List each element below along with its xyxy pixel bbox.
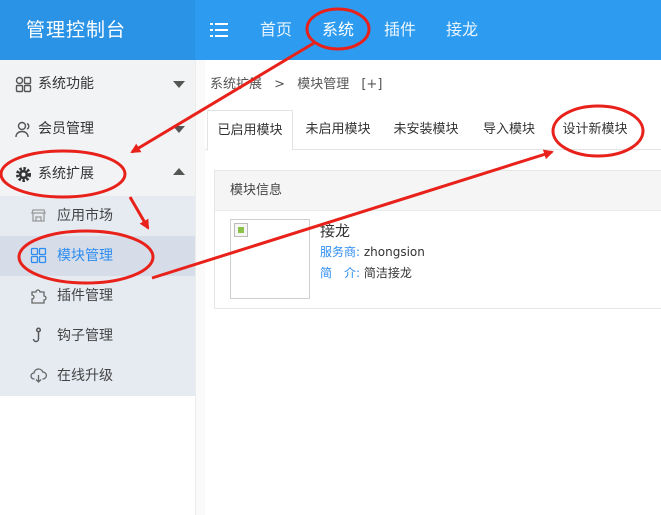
nav-jielong[interactable]: 接龙: [446, 0, 478, 60]
sidebar-group-label: 会员管理: [38, 121, 94, 137]
sidebar-item-module-management[interactable]: 模块管理: [0, 236, 195, 276]
tab-enabled-modules[interactable]: 已启用模块: [207, 110, 293, 151]
breadcrumb: 系统扩展 > 模块管理 [+]: [210, 72, 390, 98]
page: 管理控制台 首页 系统 插件 接龙 系统功能 会员管理 系统扩展 应用市场 模块…: [0, 0, 661, 515]
sidebar-item-label: 钩子管理: [57, 328, 113, 344]
sidebar-group-system-extension[interactable]: 系统扩展: [0, 152, 195, 196]
intro-label: 简 介:: [320, 266, 361, 280]
sidebar-divider: [195, 60, 205, 515]
top-bar: 管理控制台 首页 系统 插件 接龙: [0, 0, 661, 60]
nav-system[interactable]: 系统: [322, 0, 354, 60]
module-thumbnail: [230, 219, 310, 299]
sidebar-item-plugin-management[interactable]: 插件管理: [0, 276, 195, 316]
sidebar-group-label: 系统扩展: [38, 166, 94, 182]
sidebar-item-online-upgrade[interactable]: 在线升级: [0, 356, 195, 396]
sidebar-submenu: 应用市场 模块管理 插件管理 钩子管理 在线升级: [0, 196, 195, 396]
nav-plugins[interactable]: 插件: [384, 0, 416, 60]
module-name[interactable]: 接龙: [320, 220, 350, 241]
chevron-down-icon: [173, 81, 185, 88]
module-tabs: 已启用模块 未启用模块 未安装模块 导入模块 设计新模块: [205, 110, 661, 151]
gear-icon: [15, 166, 32, 183]
tab-uninstalled-modules[interactable]: 未安装模块: [383, 110, 469, 150]
sidebar-empty-area: [0, 396, 195, 515]
panel-title: 模块信息: [215, 171, 661, 211]
sidebar-item-label: 插件管理: [57, 288, 113, 304]
tab-design-new-module[interactable]: 设计新模块: [551, 110, 639, 150]
nav-home[interactable]: 首页: [260, 0, 292, 60]
sidebar-item-label: 应用市场: [57, 208, 113, 224]
puzzle-icon: [30, 287, 47, 304]
brand-title: 管理控制台: [0, 0, 195, 60]
breadcrumb-current: 模块管理: [297, 77, 350, 92]
chevron-down-icon: [173, 126, 185, 133]
module-intro: 简 介: 简洁接龙: [320, 264, 412, 281]
broken-image-icon: [234, 223, 248, 237]
chevron-up-icon: [173, 168, 185, 175]
breadcrumb-add-button[interactable]: [+]: [361, 77, 382, 92]
module-provider: 服务商: zhongsion: [320, 243, 425, 260]
sidebar-group-label: 系统功能: [38, 76, 94, 92]
sidebar-item-app-market[interactable]: 应用市场: [0, 196, 195, 236]
breadcrumb-separator: >: [274, 77, 286, 92]
provider-value: zhongsion: [363, 245, 425, 259]
cloud-download-icon: [30, 367, 47, 384]
intro-value: 简洁接龙: [363, 266, 412, 280]
sidebar-item-label: 在线升级: [57, 368, 113, 384]
sidebar-group-system-functions[interactable]: 系统功能: [0, 62, 195, 106]
provider-label: 服务商:: [320, 245, 361, 259]
sidebar-item-hook-management[interactable]: 钩子管理: [0, 316, 195, 356]
tab-import-module[interactable]: 导入模块: [471, 110, 547, 150]
hook-icon: [30, 327, 47, 344]
modules-icon: [30, 247, 47, 264]
hamburger-menu-icon[interactable]: [210, 22, 230, 38]
sidebar-item-label: 模块管理: [57, 248, 113, 264]
sidebar: 系统功能 会员管理 系统扩展 应用市场 模块管理 插件管理 钩子管理 在线升级: [0, 60, 195, 515]
sidebar-group-members[interactable]: 会员管理: [0, 107, 195, 151]
grid-icon: [15, 76, 32, 93]
store-icon: [30, 207, 47, 224]
module-info-panel: 模块信息 接龙 服务商: zhongsion 简 介: 简洁接龙: [214, 170, 661, 309]
tab-disabled-modules[interactable]: 未启用模块: [295, 110, 381, 150]
user-icon: [15, 121, 32, 138]
breadcrumb-item[interactable]: 系统扩展: [210, 77, 262, 92]
